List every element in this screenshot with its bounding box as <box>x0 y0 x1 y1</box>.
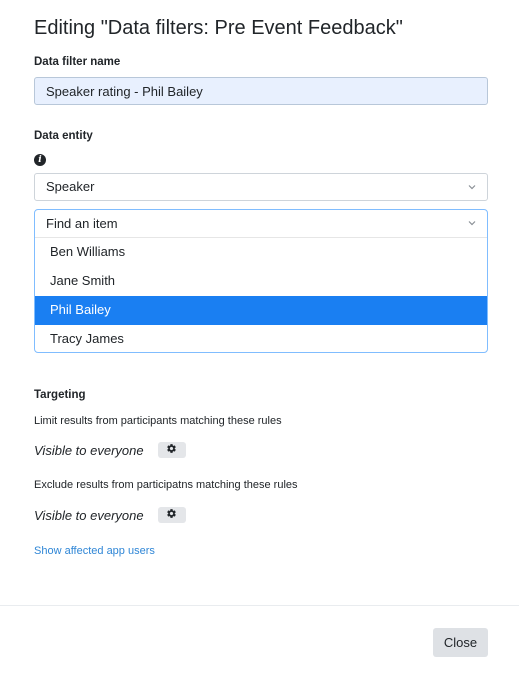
info-icon[interactable]: i <box>34 154 46 166</box>
data-filter-name-label: Data filter name <box>34 56 121 68</box>
footer-divider <box>0 605 519 606</box>
close-button[interactable]: Close <box>433 628 488 657</box>
data-entity-label: Data entity <box>34 130 93 142</box>
item-dropdown[interactable]: Find an item Ben Williams Jane Smith Phi… <box>34 209 488 353</box>
exclude-settings-button[interactable] <box>157 506 186 524</box>
data-entity-select[interactable]: Speaker <box>34 173 488 201</box>
dropdown-option-tracy-james[interactable]: Tracy James <box>35 325 487 352</box>
dialog-title: Editing "Data filters: Pre Event Feedbac… <box>34 17 403 39</box>
exclude-visibility-text: Visible to everyone <box>34 507 144 523</box>
data-filter-name-input[interactable] <box>34 77 488 105</box>
limit-rules-text: Limit results from participants matching… <box>34 415 282 427</box>
dropdown-option-phil-bailey[interactable]: Phil Bailey <box>35 296 487 325</box>
show-affected-users-link[interactable]: Show affected app users <box>34 545 155 557</box>
item-search-placeholder: Find an item <box>46 216 118 231</box>
chevron-down-icon <box>468 183 476 191</box>
gear-icon <box>166 506 177 524</box>
gear-icon <box>166 441 177 459</box>
chevron-down-icon <box>468 219 476 227</box>
dropdown-option-ben-williams[interactable]: Ben Williams <box>35 238 487 267</box>
limit-visibility-text: Visible to everyone <box>34 442 144 458</box>
exclude-rules-row: Visible to everyone <box>34 506 186 524</box>
limit-rules-row: Visible to everyone <box>34 441 186 459</box>
data-entity-value: Speaker <box>46 179 95 194</box>
exclude-rules-text: Exclude results from participatns matchi… <box>34 479 298 491</box>
dropdown-option-jane-smith[interactable]: Jane Smith <box>35 267 487 296</box>
targeting-heading: Targeting <box>34 389 86 401</box>
limit-settings-button[interactable] <box>157 441 186 459</box>
item-search-input[interactable]: Find an item <box>35 210 487 238</box>
